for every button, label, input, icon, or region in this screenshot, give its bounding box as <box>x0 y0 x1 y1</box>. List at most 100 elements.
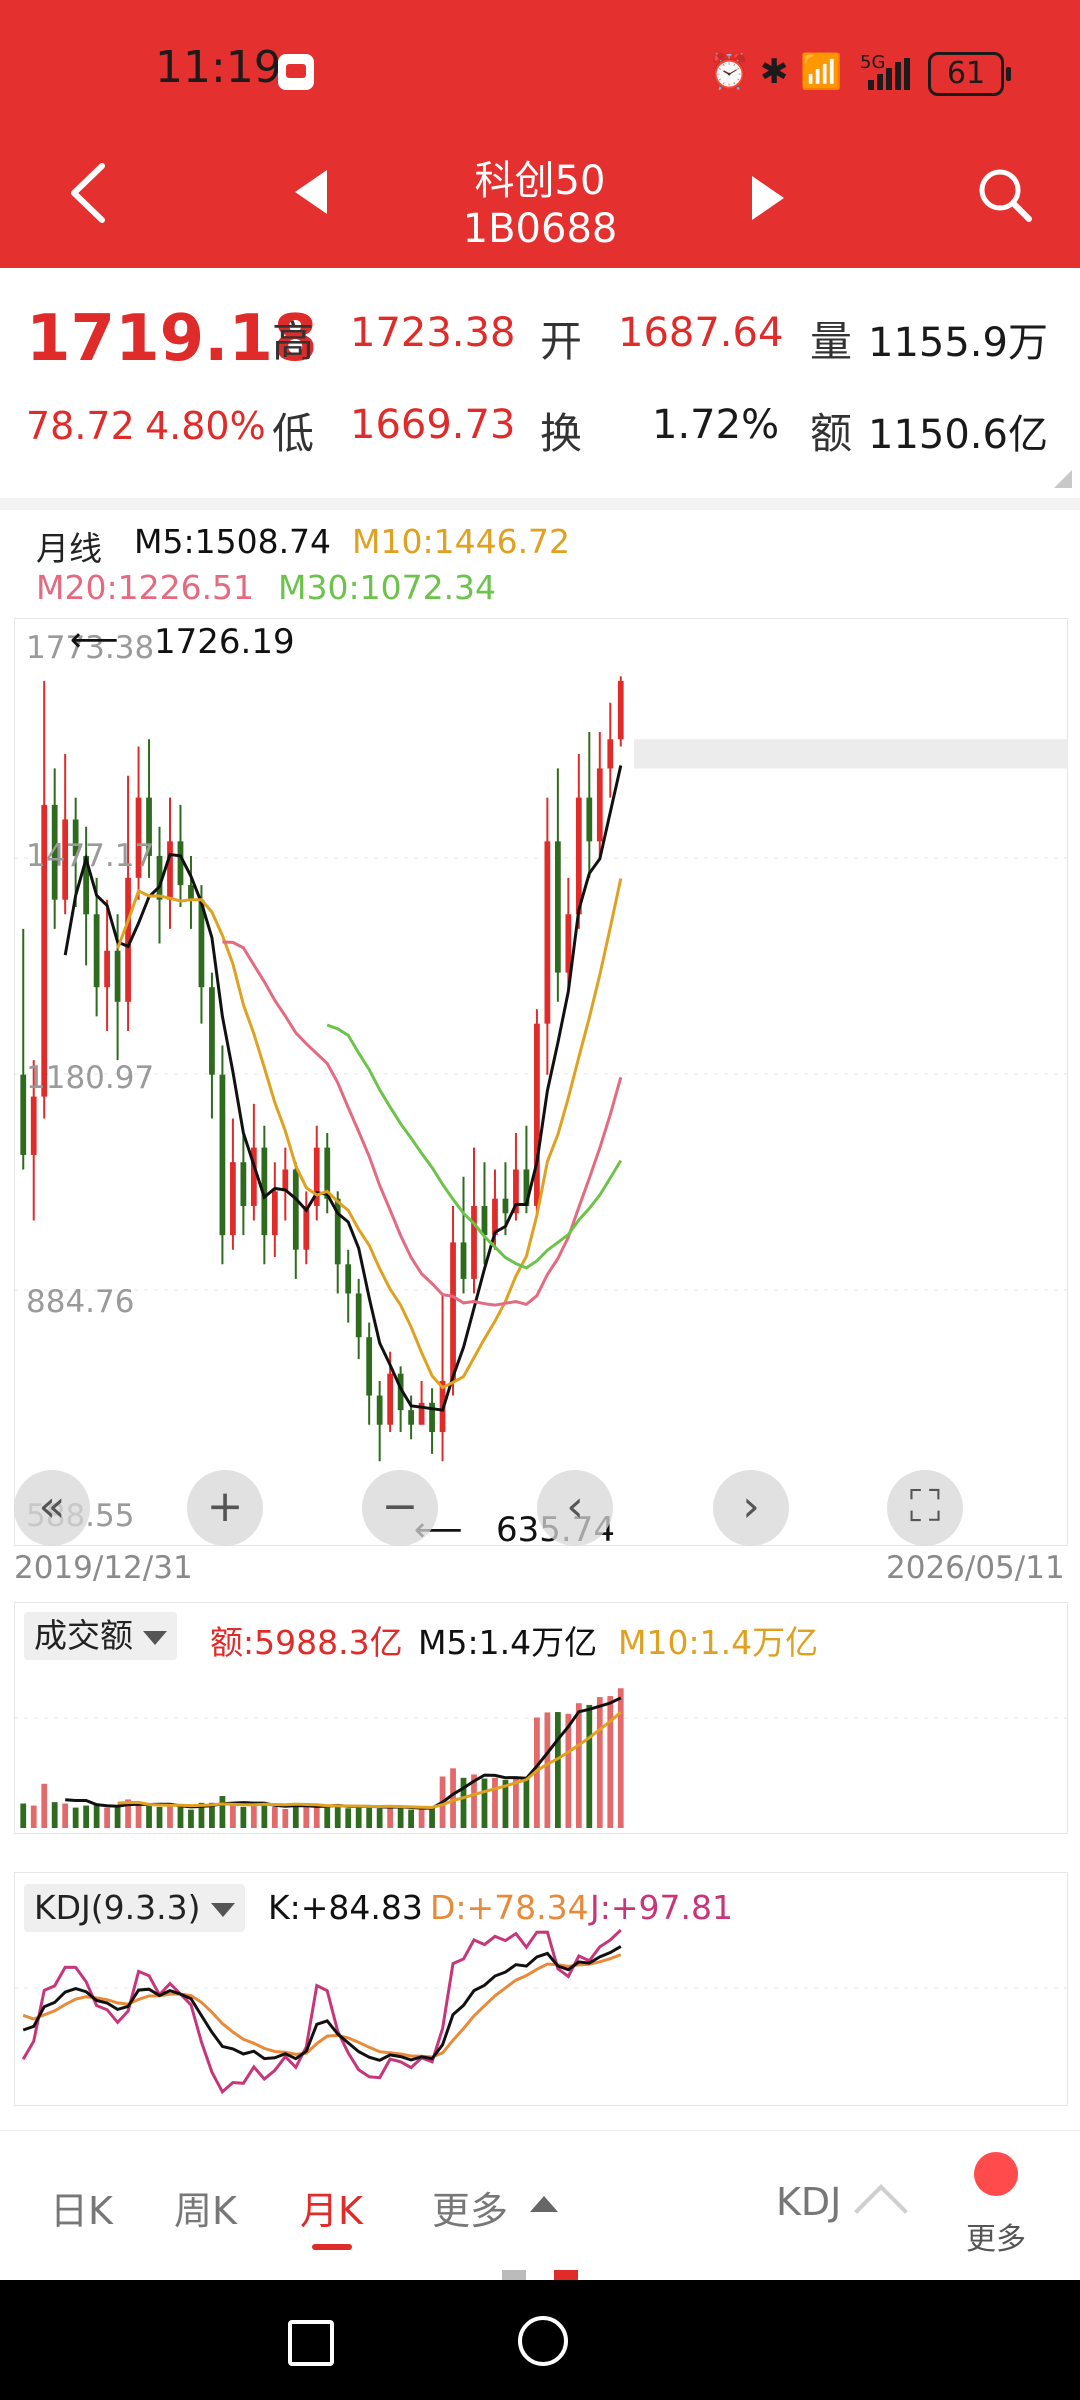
volume-bar <box>324 1806 331 1828</box>
candle <box>502 1198 509 1214</box>
turnover-value: 1.72% <box>652 402 780 448</box>
tab-week[interactable]: 周K <box>174 2180 237 2235</box>
volume-bar <box>104 1807 110 1828</box>
volume-amount: 额:5988.3亿 <box>210 1623 403 1662</box>
volume-bar <box>20 1803 27 1828</box>
candle <box>93 914 100 988</box>
volume-bar <box>114 1806 121 1828</box>
more-menu-icon[interactable] <box>974 2152 1018 2196</box>
volume-bar <box>271 1806 278 1828</box>
volume-m10: M10:1.4万亿 <box>618 1623 819 1662</box>
stock-name: 科创50 <box>474 158 606 204</box>
volume-bar <box>156 1806 163 1828</box>
price-change: 78.72 <box>26 404 135 448</box>
indicator-selector[interactable]: KDJ <box>776 2180 841 2224</box>
candle <box>544 841 551 1024</box>
chevron-up-icon[interactable] <box>530 2196 558 2212</box>
candle <box>596 768 603 842</box>
recent-apps-icon[interactable] <box>288 2320 334 2366</box>
volume-bar <box>219 1796 226 1828</box>
date-end: 2026/05/11 <box>886 1550 1065 1586</box>
candle <box>366 1337 373 1396</box>
kdj-k-line <box>22 1945 622 2062</box>
max-arrow-icon: ⟵ <box>70 620 119 660</box>
scroll-left-icon[interactable]: ‹ <box>537 1470 613 1546</box>
kdj-k: K:+84.83 <box>268 1888 423 1927</box>
candle <box>471 1205 477 1279</box>
wifi-icon: 📶 <box>800 52 843 92</box>
volume-bar <box>303 1806 310 1828</box>
zoom-in-icon[interactable]: + <box>187 1470 263 1546</box>
candle <box>303 1205 310 1250</box>
tab-more[interactable]: 更多 <box>432 2180 508 2235</box>
battery-icon: 61 <box>928 52 1011 96</box>
volume-bar <box>51 1802 58 1828</box>
candle <box>575 797 582 915</box>
turnover-label: 换 <box>540 409 583 458</box>
volume-label: 量 <box>810 317 853 366</box>
tab-month[interactable]: 月K <box>300 2180 363 2235</box>
candle <box>534 1023 540 1206</box>
low-label: 低 <box>272 409 315 458</box>
candle <box>345 1264 352 1294</box>
ma30-legend: M30:1072.34 <box>278 568 497 607</box>
candle <box>240 1162 247 1206</box>
candle <box>104 950 110 988</box>
volume-bar <box>313 1805 320 1828</box>
bluetooth-icon: ✱ <box>760 52 789 92</box>
signal-icon <box>868 58 912 99</box>
candle <box>460 1242 467 1279</box>
volume-bar <box>41 1783 48 1828</box>
volume-bar <box>188 1809 194 1828</box>
volume-bar <box>492 1777 498 1828</box>
price-change-pct: 4.80% <box>145 404 266 448</box>
volume-bar <box>418 1808 425 1828</box>
scroll-left-fast-icon[interactable]: « <box>14 1470 90 1546</box>
candle <box>292 1169 299 1250</box>
candle <box>167 841 173 900</box>
candle <box>355 1293 362 1338</box>
volume-bar <box>240 1806 247 1828</box>
search-icon[interactable] <box>975 165 1035 225</box>
more-menu-label[interactable]: 更多 <box>966 2214 1026 2258</box>
candle <box>219 1074 226 1236</box>
volume-indicator-select[interactable]: 成交额 <box>24 1612 177 1660</box>
candle <box>114 950 121 1002</box>
volume-bar <box>554 1712 561 1828</box>
candle <box>177 841 184 886</box>
status-time: 11:19 <box>155 42 282 93</box>
candle <box>586 797 593 842</box>
kdj-indicator-select[interactable]: KDJ(9.3.3) <box>24 1884 245 1932</box>
candlestick-chart[interactable] <box>14 618 1068 1546</box>
tab-day[interactable]: 日K <box>50 2180 113 2235</box>
high-value: 1723.38 <box>350 310 516 356</box>
expand-corner-icon[interactable] <box>1054 470 1072 488</box>
high-label: 高 <box>272 317 315 366</box>
volume-bar <box>230 1804 236 1828</box>
active-tab-indicator <box>312 2244 352 2250</box>
kdj-j-line <box>21 1928 622 2095</box>
home-icon[interactable] <box>518 2316 568 2366</box>
volume-bar <box>62 1803 69 1828</box>
volume-bar <box>450 1768 456 1828</box>
candle <box>271 1191 278 1236</box>
volume-bar <box>334 1804 341 1828</box>
fullscreen-icon[interactable]: ⛶ <box>887 1470 963 1546</box>
candle <box>554 841 561 973</box>
volume-bar <box>544 1712 551 1828</box>
volume-bar <box>135 1803 142 1828</box>
zoom-out-icon[interactable]: − <box>362 1470 438 1546</box>
next-stock-icon[interactable] <box>752 176 784 220</box>
volume-bar <box>481 1778 488 1828</box>
candle <box>408 1410 414 1425</box>
volume-bar <box>177 1806 184 1828</box>
volume-bar <box>355 1806 362 1828</box>
date-start: 2019/12/31 <box>14 1550 193 1586</box>
volume-bar <box>387 1806 394 1828</box>
app-notification-icon <box>278 54 314 90</box>
scroll-right-icon[interactable]: › <box>713 1470 789 1546</box>
chevron-down-icon <box>143 1630 167 1645</box>
page-indicator-active <box>554 2270 578 2280</box>
ma5-legend: M5:1508.74 <box>134 522 332 561</box>
volume-bar <box>167 1805 173 1828</box>
